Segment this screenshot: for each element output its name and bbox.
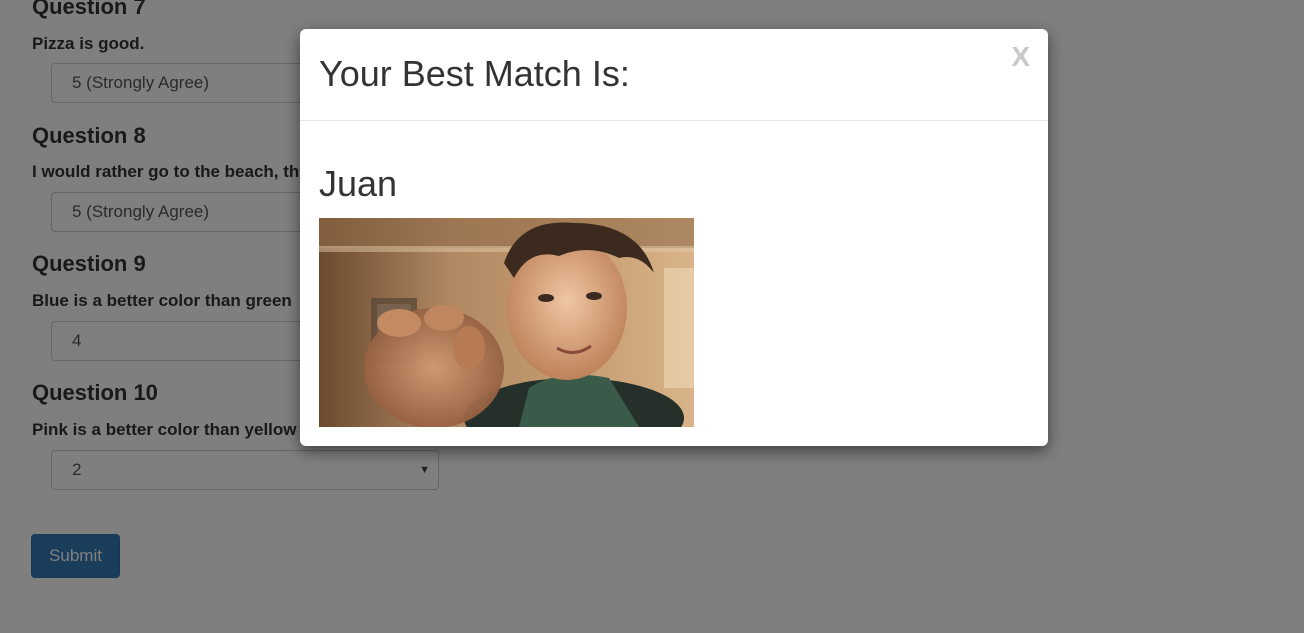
modal-title: Your Best Match Is: xyxy=(319,53,630,94)
match-photo xyxy=(319,218,694,427)
modal-header: Your Best Match Is: X xyxy=(300,29,1048,121)
match-photo-image xyxy=(319,218,694,427)
match-name: Juan xyxy=(319,163,398,204)
close-button[interactable]: X xyxy=(1011,41,1030,73)
best-match-modal: Your Best Match Is: X Juan xyxy=(300,29,1048,446)
